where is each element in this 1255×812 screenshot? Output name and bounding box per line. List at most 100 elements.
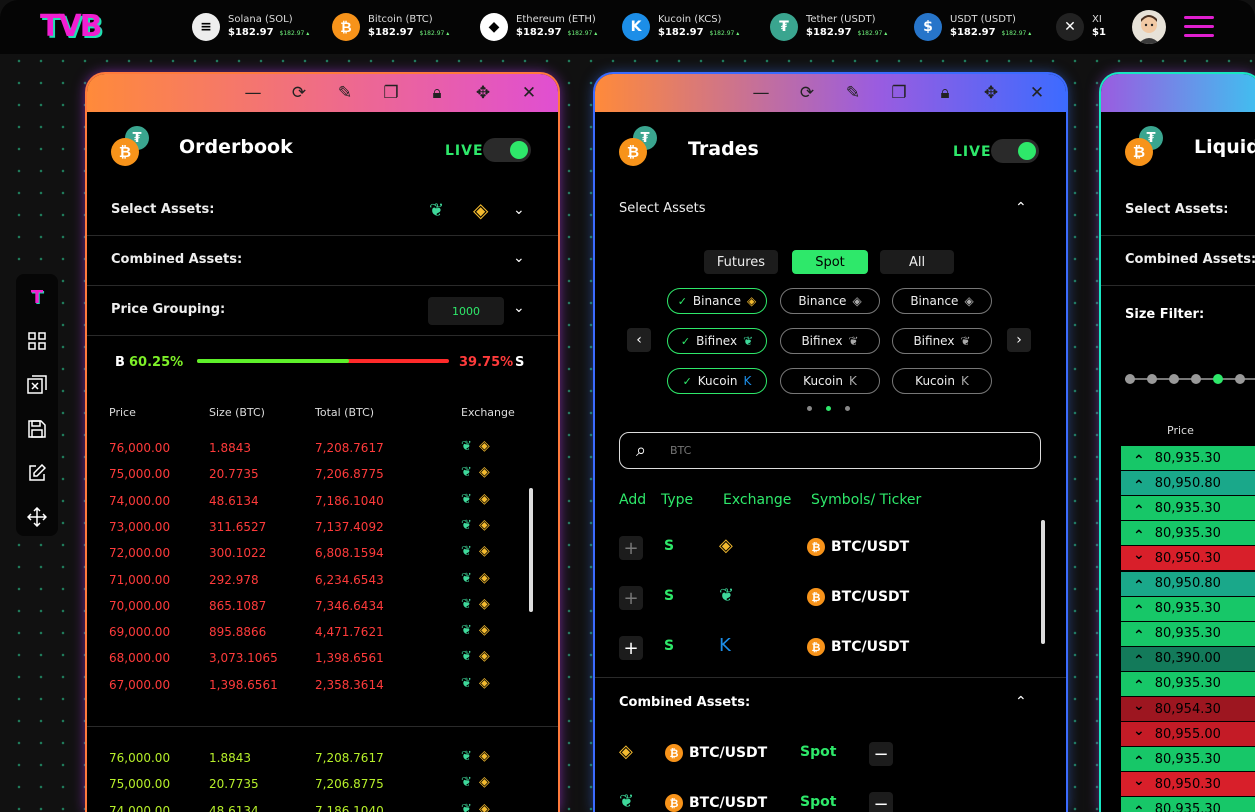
add-button[interactable]: + (619, 536, 643, 560)
exchange-filter-binance[interactable]: Binance ◈ (780, 288, 880, 314)
select-assets-row[interactable]: Select Assets: (1101, 186, 1255, 236)
scrollbar[interactable] (1041, 520, 1045, 644)
arrow-up-icon: ⌃ (1133, 477, 1145, 494)
trade-symbol: ₿ BTC/USDT (807, 538, 909, 556)
arrow-down-icon: ⌄ (1133, 698, 1145, 714)
ticker-item[interactable]: ≡ Solana (SOL) $182.97 $182.97 ▴ (192, 10, 309, 44)
orderbook-size-cell: 3,073.1065 (209, 651, 278, 666)
binance-icon: ◈ (479, 569, 490, 586)
exchange-filter-binance[interactable]: Binance ◈ (892, 288, 992, 314)
ticker-item[interactable]: ₮ Tether (USDT) $182.97 $182.97 ▴ (770, 10, 887, 44)
prev-arrow-icon[interactable]: ‹ (627, 328, 651, 352)
exchange-filter-bifinex[interactable]: Bifinex ❦ (780, 328, 880, 354)
top-bar: TVB ≡ Solana (SOL) $182.97 $182.97 ▴ ₿ Bitcoi… (0, 0, 1255, 54)
col-header-exchange: Exchange (723, 492, 792, 508)
add-button[interactable]: + (619, 636, 643, 660)
minimize-icon[interactable]: — (242, 83, 264, 103)
lock-icon[interactable]: 🔒︎ (426, 83, 448, 103)
ticker-item[interactable]: ✕ XI $1 (1056, 10, 1112, 44)
binance-icon: ◈ (964, 294, 974, 308)
combined-symbol: ₿ BTC/USDT (665, 794, 767, 812)
ethereum-icon: ◆ (480, 13, 508, 41)
combined-assets-row[interactable]: Combined Assets: ⌄ (87, 236, 558, 286)
lock-icon[interactable]: 🔒︎ (934, 83, 956, 103)
arrow-up-icon: ⌃ (1133, 803, 1145, 812)
orderbook-total-cell: 4,471.7621 (315, 625, 384, 640)
save-icon[interactable] (26, 418, 48, 440)
arrow-up-icon: ⌃ (1133, 452, 1145, 469)
coin-pair-icon: ₮ ₿ (1125, 126, 1165, 166)
refresh-icon[interactable]: ⟳ (288, 83, 310, 103)
chevron-up-icon[interactable]: ⌃ (1015, 694, 1027, 710)
edit-icon[interactable] (26, 462, 48, 484)
segment-all[interactable]: All (880, 250, 954, 274)
kucoin-icon: K (719, 635, 731, 656)
combined-assets-row[interactable]: Combined Assets: (1101, 236, 1255, 286)
ticker-item[interactable]: ◆ Ethereum (ETH) $182.97 $182.97 ▴ (480, 10, 597, 44)
chevron-up-icon[interactable]: ⌃ (1015, 200, 1027, 216)
live-toggle[interactable] (483, 138, 531, 162)
bitcoin-icon: ₿ (807, 588, 825, 606)
price-grouping-select[interactable]: 1000 (428, 297, 504, 325)
live-toggle[interactable] (991, 139, 1039, 163)
exchange-filter-kucoin[interactable]: ✓ Kucoin K (667, 368, 767, 394)
liquidation-row: ⌃ 80,935.30 (1121, 621, 1255, 646)
close-icon[interactable]: ✕ (1026, 83, 1048, 103)
exchange-filter-bifinex[interactable]: ✓ Bifinex ❦ (667, 328, 767, 354)
ticker-item[interactable]: K Kucoin (KCS) $182.97 $182.97 ▴ (622, 10, 739, 44)
size-filter-slider[interactable] (1125, 372, 1255, 386)
orderbook-panel: — ⟳ ✎ ❐ 🔒︎ ✥ ✕ ₮ ₿ Orderbook LIVE Select … (87, 74, 558, 812)
exchange-filter-bifinex[interactable]: Bifinex ❦ (892, 328, 992, 354)
orderbook-price-cell: 73,000.00 (109, 519, 171, 534)
orderbook-size-cell: 48.6134 (209, 803, 259, 812)
orderbook-size-cell: 300.1022 (209, 546, 267, 561)
add-button[interactable]: + (619, 586, 643, 610)
binance-icon: ◈ (852, 294, 862, 308)
col-header-total: Total (BTC) (315, 406, 375, 419)
chevron-down-icon[interactable]: ⌄ (513, 300, 525, 316)
move-icon[interactable]: ✥ (472, 83, 494, 103)
minimize-icon[interactable]: — (750, 83, 772, 103)
kucoin-icon: K (960, 374, 969, 388)
close-icon[interactable]: ✕ (518, 83, 540, 103)
remove-button[interactable]: − (869, 742, 893, 766)
hamburger-menu-icon[interactable] (1184, 16, 1214, 38)
copy-icon[interactable]: ❐ (888, 83, 910, 103)
refresh-icon[interactable]: ⟳ (796, 83, 818, 103)
bitfinex-icon: ❦ (848, 334, 859, 348)
search-input[interactable] (670, 441, 1010, 459)
ticker-price: $1 (1092, 26, 1112, 41)
edit-icon[interactable]: ✎ (334, 83, 356, 103)
arrow-up-icon: ⌃ (1133, 753, 1145, 770)
kucoin-icon: K (622, 13, 650, 41)
ticker-price-value: $182.97 (950, 27, 996, 38)
liquidation-price: 80,954.30 (1154, 701, 1221, 717)
exchange-filter-kucoin[interactable]: Kucoin K (780, 368, 880, 394)
segment-futures[interactable]: Futures (704, 250, 778, 274)
avatar[interactable] (1132, 10, 1166, 44)
copy-icon[interactable]: ❐ (380, 83, 402, 103)
liquidation-price: 80,950.80 (1154, 475, 1221, 491)
arrow-up-icon: ⌃ (1133, 502, 1145, 519)
edit-icon[interactable]: ✎ (842, 83, 864, 103)
move-icon[interactable]: ✥ (980, 83, 1002, 103)
segment-spot[interactable]: Spot (792, 250, 868, 274)
chevron-down-icon[interactable]: ⌄ (513, 202, 525, 218)
app-logo[interactable]: TVB (40, 10, 103, 44)
binance-icon: ◈ (479, 595, 490, 612)
sell-percent: 39.75% (459, 355, 514, 370)
ticker-item[interactable]: ₿ Bitcoin (BTC) $182.97 $182.97 ▴ (332, 10, 449, 44)
exchange-filter-binance[interactable]: ✓ Binance ◈ (667, 288, 767, 314)
ticker-name: Bitcoin (BTC) (368, 14, 433, 25)
chevron-down-icon[interactable]: ⌄ (513, 250, 525, 266)
close-box-icon[interactable] (26, 374, 48, 396)
next-arrow-icon[interactable]: › (1007, 328, 1031, 352)
scrollbar[interactable] (529, 488, 533, 612)
select-assets-row[interactable]: Select Assets: ❦ ◈ ⌄ (87, 186, 558, 236)
remove-button[interactable]: − (869, 792, 893, 812)
tvb-logo-icon[interactable]: T (26, 286, 48, 308)
move-icon[interactable] (26, 506, 48, 528)
grid-icon[interactable] (26, 330, 48, 352)
exchange-filter-kucoin[interactable]: Kucoin K (892, 368, 992, 394)
ticker-item[interactable]: $ USDT (USDT) $182.97 $182.97 ▴ (914, 10, 1031, 44)
